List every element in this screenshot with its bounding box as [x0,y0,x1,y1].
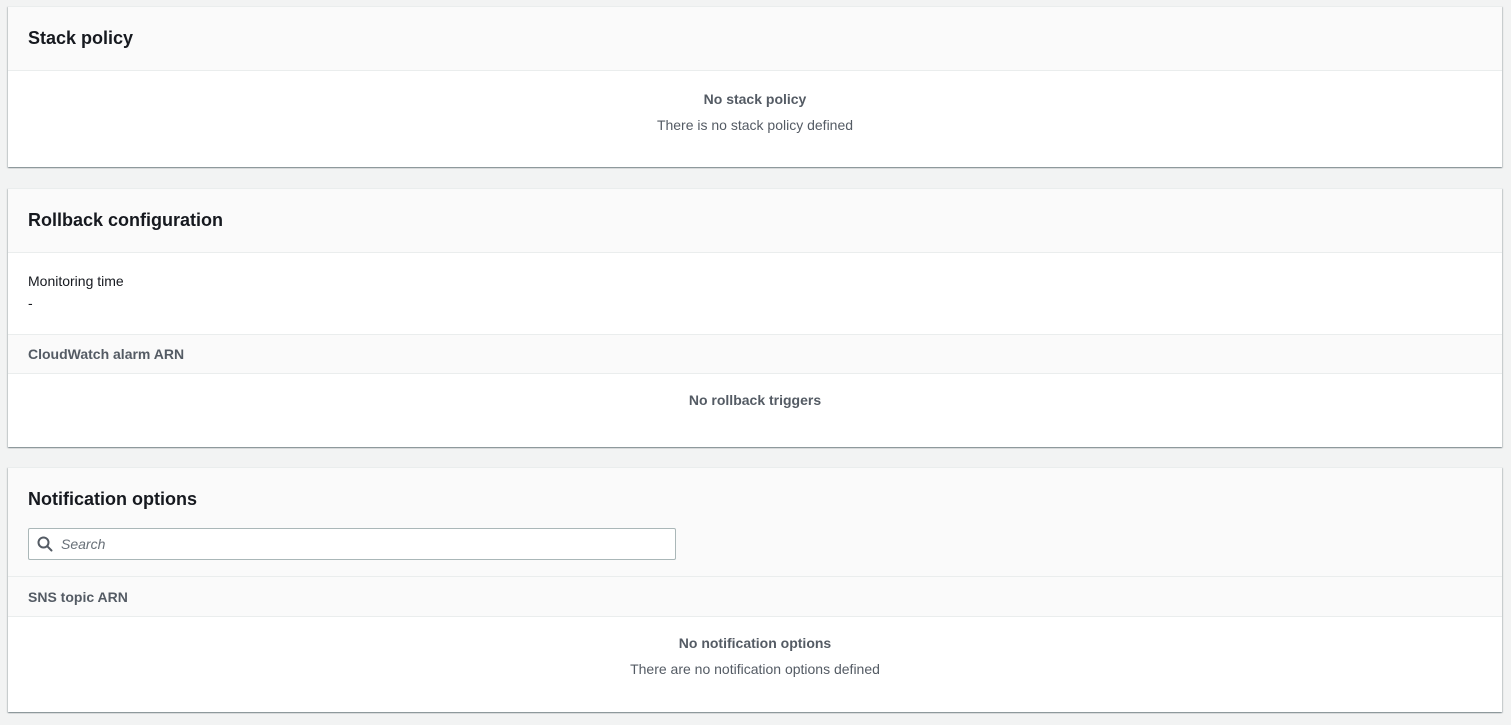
notification-options-empty-title: No notification options [678,635,832,651]
stack-policy-empty-title: No stack policy [703,91,807,107]
search-icon [29,529,61,559]
stack-policy-header: Stack policy [8,7,1502,71]
notification-options-empty-state: No notification options There are no not… [8,617,1502,679]
notification-options-panel: Notification options SNS topic ARN No no… [8,467,1502,712]
search-box[interactable] [28,528,676,560]
notification-options-header: Notification options [8,468,1502,577]
notification-options-empty-description: There are no notification options define… [630,661,880,677]
rollback-triggers-empty-state: No rollback triggers [8,374,1502,410]
stack-policy-panel: Stack policy No stack policy There is no… [8,6,1502,167]
cloudwatch-alarm-arn-column-header[interactable]: CloudWatch alarm ARN [8,334,1502,374]
rollback-configuration-title: Rollback configuration [28,210,224,230]
search-input[interactable] [61,530,661,558]
rollback-configuration-panel: Rollback configuration Monitoring time -… [8,188,1502,447]
sns-topic-arn-label: SNS topic ARN [28,588,128,605]
monitoring-time-field: Monitoring time - [8,253,1502,334]
cloudwatch-alarm-arn-label: CloudWatch alarm ARN [28,346,185,362]
monitoring-time-value: - [28,295,33,311]
monitoring-time-label: Monitoring time [28,273,124,289]
stack-policy-empty-state: No stack policy There is no stack policy… [8,71,1502,135]
rollback-configuration-header: Rollback configuration [8,189,1502,253]
notification-options-title: Notification options [28,489,197,509]
rollback-triggers-empty-title: No rollback triggers [688,392,822,408]
sns-topic-arn-column-header[interactable]: SNS topic ARN [8,577,1502,617]
stack-policy-empty-description: There is no stack policy defined [656,117,854,133]
stack-policy-title: Stack policy [28,28,134,48]
